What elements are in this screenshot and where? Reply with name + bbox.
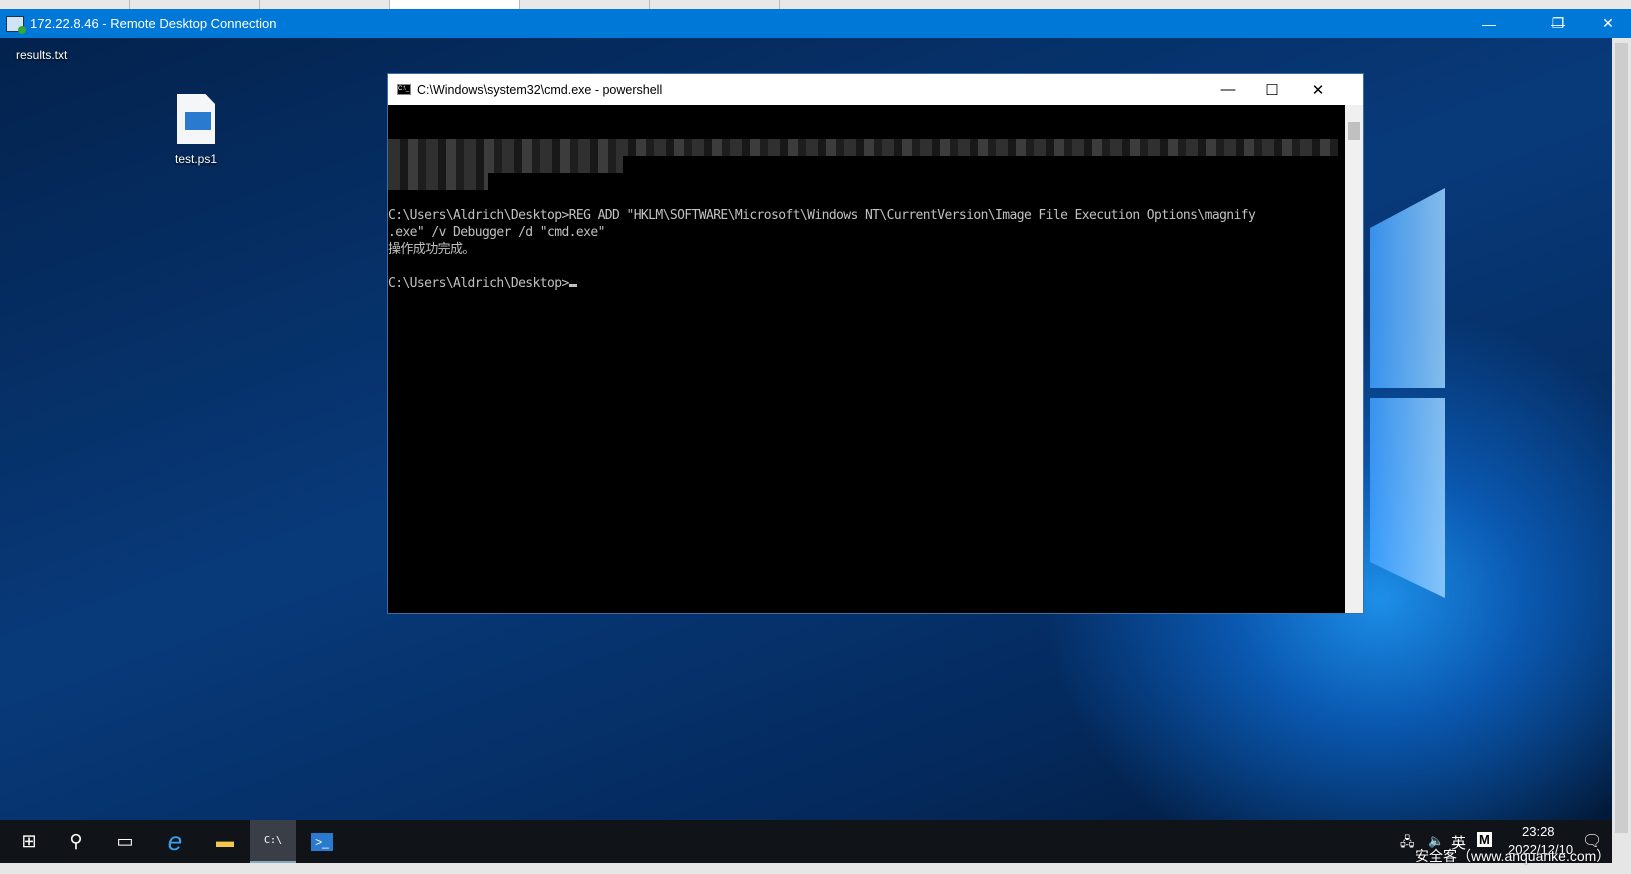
desktop-icon-results-txt[interactable]: results.txt (16, 48, 67, 62)
powershell-icon[interactable]: >_ (299, 820, 345, 863)
console-line: .exe" /v Debugger /d "cmd.exe" (388, 225, 605, 240)
redacted-output (388, 139, 1338, 156)
desktop-icon-label: test.ps1 (174, 152, 218, 166)
cmd-window-title: C:\Windows\system32\cmd.exe - powershell (417, 82, 663, 97)
desktop-icon-label: results.txt (16, 48, 68, 62)
text-cursor (568, 284, 577, 287)
internet-explorer-icon[interactable]: e (152, 820, 198, 863)
console-output[interactable]: C:\Users\Aldrich\Desktop>REG ADD "HKLM\S… (388, 105, 1346, 613)
powershell-script-icon (177, 94, 215, 144)
cmd-maximize-button[interactable]: ☐ (1250, 74, 1294, 105)
taskbar: ⊞ ⚲ ▭ e ▬ C:\ >_ 🖧 🔈 英 M 23:28 2022/12/1… (0, 820, 1612, 863)
host-tab[interactable] (520, 0, 650, 9)
network-icon[interactable]: 🖧 (1400, 833, 1415, 855)
rdp-minimize-btn[interactable]: — (1466, 9, 1512, 38)
cmd-vertical-scrollbar[interactable] (1345, 105, 1363, 613)
host-tab[interactable] (260, 0, 390, 9)
cmd-minimize-button[interactable]: — (1206, 74, 1250, 105)
powershell-glyph: >_ (311, 832, 333, 851)
host-tab-strip (0, 0, 1631, 9)
rdp-close-button[interactable]: ✕ (1585, 9, 1631, 38)
ime-mode-indicator[interactable]: M (1477, 832, 1492, 847)
console-prompt: C:\Users\Aldrich\Desktop> (388, 276, 569, 291)
redacted-output (388, 156, 623, 173)
windows-start-icon[interactable]: ⊞ (6, 820, 52, 863)
desktop-icon-test-ps1[interactable]: test.ps1 (166, 94, 226, 166)
windows-logo-pane (1370, 398, 1445, 598)
console-prompt-line: C:\Users\Aldrich\Desktop> (388, 275, 1346, 292)
scrollbar-thumb[interactable] (1615, 43, 1628, 833)
console-line: 操作成功完成。 (388, 242, 475, 257)
file-explorer-icon[interactable]: ▬ (202, 820, 248, 863)
cmd-icon[interactable]: C:\ (250, 820, 296, 863)
redacted-output (388, 173, 488, 190)
rdp-horizontal-scrollbar[interactable] (0, 863, 1612, 874)
cmd-icon: C:\_ (397, 84, 411, 95)
host-tab[interactable] (650, 0, 780, 9)
scrollbar-thumb[interactable] (1348, 122, 1360, 140)
host-tab[interactable] (0, 0, 130, 9)
cmd-window: C:\_ C:\Windows\system32\cmd.exe - power… (387, 73, 1364, 614)
host-tab[interactable] (390, 0, 520, 9)
rdp-restore-btn[interactable]: ❐ (1535, 9, 1581, 38)
task-view-icon[interactable]: ▭ (102, 820, 148, 863)
cmd-title-bar[interactable]: C:\_ C:\Windows\system32\cmd.exe - power… (388, 74, 1363, 105)
watermark: 安全客（www.anquanke.com） (1415, 848, 1611, 864)
console-line: C:\Users\Aldrich\Desktop>REG ADD "HKLM\S… (388, 208, 1256, 223)
cmd-close-button[interactable]: ✕ (1296, 74, 1340, 105)
windows-logo-pane (1370, 188, 1445, 388)
remote-desktop: results.txt test.ps1 C:\_ C:\Windows\sys… (0, 38, 1612, 863)
host-tab[interactable] (130, 0, 260, 9)
search-icon[interactable]: ⚲ (53, 820, 99, 863)
rdp-title-bar: 172.22.8.46 - Remote Desktop Connection (0, 9, 1631, 38)
rdp-window-title: 172.22.8.46 - Remote Desktop Connection (30, 16, 277, 31)
remote-desktop-icon (6, 15, 26, 34)
clock-time[interactable]: 23:28 (1522, 824, 1555, 839)
rdp-vertical-scrollbar[interactable] (1612, 38, 1631, 874)
